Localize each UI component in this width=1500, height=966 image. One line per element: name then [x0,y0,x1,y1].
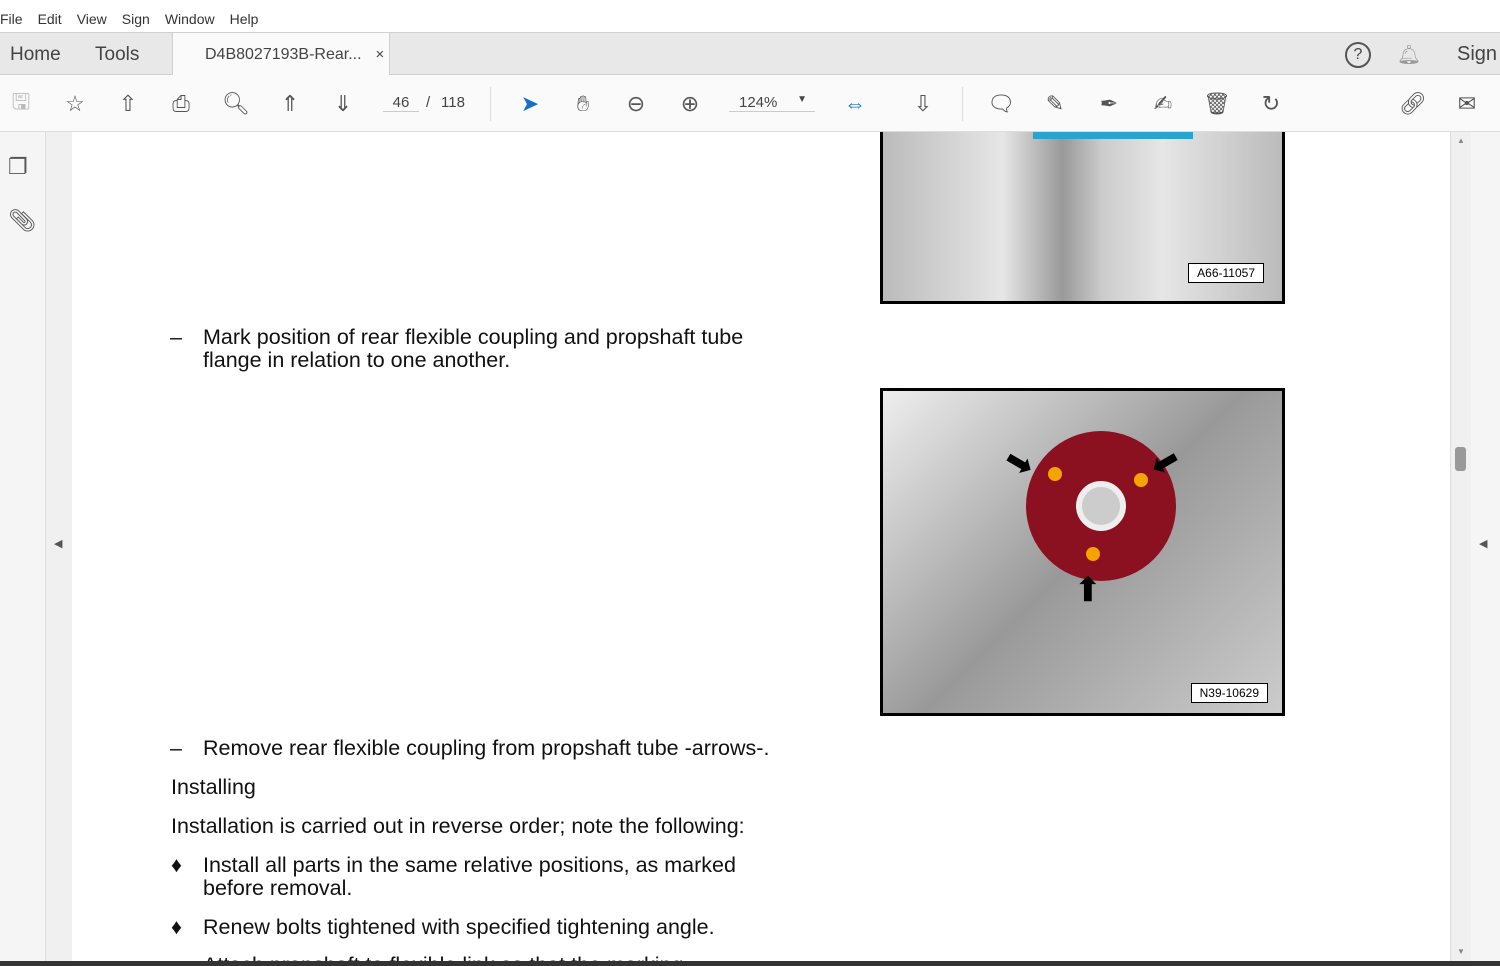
divider [490,87,491,121]
menu-window[interactable]: Window [165,11,215,27]
toolbar: 🖫 ☆ ⇧ ⎙ 🔍︎ ⇑ ⇓ 46 / 118 ➤ ✋︎ ⊖ ⊕ 124% ▼ ⇔… [0,75,1500,132]
save-icon[interactable]: 🖫 [6,89,36,119]
step-text: Remove rear flexible coupling from props… [203,736,770,760]
star-icon[interactable]: ☆ [60,89,90,119]
share-link-icon[interactable]: 🔗︎ [1398,89,1428,119]
zoom-select[interactable]: 124% ▼ [729,94,815,112]
upload-cloud-icon[interactable]: ⇧ [113,89,143,119]
menu-edit[interactable]: Edit [38,11,62,27]
attachment-icon[interactable]: 📎︎ [8,208,36,234]
figure-image: ➡ ➡ ➡ N39-10629 [880,388,1285,716]
left-panel: ❐ 📎︎ [0,132,46,962]
collapse-left-icon[interactable]: ◀ [54,537,62,550]
trash-icon[interactable]: 🗑︎ [1202,89,1232,119]
figure-image: A66-11057 [880,132,1285,304]
zoom-value: 124% [739,94,778,111]
bullet-text: Renew bolts tightened with specified tig… [203,915,715,939]
taskbar-edge [0,961,1500,966]
pdf-page: A66-11057 – Mark position of rear flexib… [72,132,1450,962]
comment-icon[interactable]: 🗨︎ [986,89,1016,119]
bullet-icon: ♦ [171,853,182,877]
tab-home[interactable]: Home [10,33,61,76]
hand-icon[interactable]: ✋︎ [568,89,598,119]
search-zoom-icon[interactable]: 🔍︎ [221,89,251,119]
highlight-icon[interactable]: ✎ [1040,89,1070,119]
menu-help[interactable]: Help [230,11,259,27]
step-dash: – [170,325,182,349]
section-heading: Installing [171,775,256,799]
sign-pen-icon[interactable]: ✒︎ [1094,89,1124,119]
close-tab-icon[interactable]: × [376,46,385,63]
menu-bar: File Edit View Sign Window Help [0,6,258,32]
scroll-mode-icon[interactable]: ⇩ [908,89,938,119]
tab-bar: Home Tools D4B8027193B-Rear... × ? 🔔︎ Sig… [0,32,1500,76]
bullet-text: before removal. [203,876,353,900]
email-icon[interactable]: ✉︎ [1452,89,1482,119]
sign-in-button[interactable]: Sign [1457,33,1497,76]
scrollbar-thumb[interactable] [1455,447,1466,471]
menu-file[interactable]: File [0,11,23,27]
chevron-down-icon: ▼ [797,94,807,105]
page-separator: / [426,94,431,111]
left-gutter: ◀ [46,132,72,962]
page-down-icon[interactable]: ⇓ [328,89,358,119]
page-total: 118 [441,94,465,111]
tab-tools[interactable]: Tools [95,33,139,76]
right-panel: ▲ ▼ ◀ [1450,132,1500,962]
rotate-icon[interactable]: ↻ [1256,89,1286,119]
paragraph: Installation is carried out in reverse o… [171,814,745,838]
step-text: flange in relation to one another. [203,348,511,372]
page-up-icon[interactable]: ⇑ [275,89,305,119]
bullet-icon: ♦ [171,915,182,939]
figure-label: A66-11057 [1188,263,1264,283]
select-cursor-icon[interactable]: ➤ [515,89,545,119]
edit-document-icon[interactable]: ✍︎ [1148,89,1178,119]
fit-page-icon[interactable]: ⇔ [840,89,870,119]
zoom-out-icon[interactable]: ⊖ [621,89,651,119]
vertical-scrollbar[interactable]: ▲ ▼ [1451,132,1471,962]
page-number-input[interactable]: 46 [383,94,419,112]
menu-sign[interactable]: Sign [122,11,150,27]
collapse-right-icon[interactable]: ◀ [1479,537,1487,550]
arrow-icon: ➡ [1068,574,1107,604]
bullet-text: Install all parts in the same relative p… [203,853,736,877]
print-icon[interactable]: ⎙ [166,89,196,119]
document-tab-title: D4B8027193B-Rear... [205,45,362,63]
tab-document[interactable]: D4B8027193B-Rear... × [172,33,390,76]
menu-view[interactable]: View [77,11,107,27]
pages-icon[interactable]: ❐ [8,154,28,180]
divider [962,87,963,121]
zoom-in-icon[interactable]: ⊕ [675,89,705,119]
bell-icon[interactable]: 🔔︎ [1397,33,1421,76]
step-dash: – [170,736,182,760]
step-text: Mark position of rear flexible coupling … [203,325,744,349]
figure-label: N39-10629 [1190,683,1268,703]
help-icon[interactable]: ? [1345,33,1371,76]
